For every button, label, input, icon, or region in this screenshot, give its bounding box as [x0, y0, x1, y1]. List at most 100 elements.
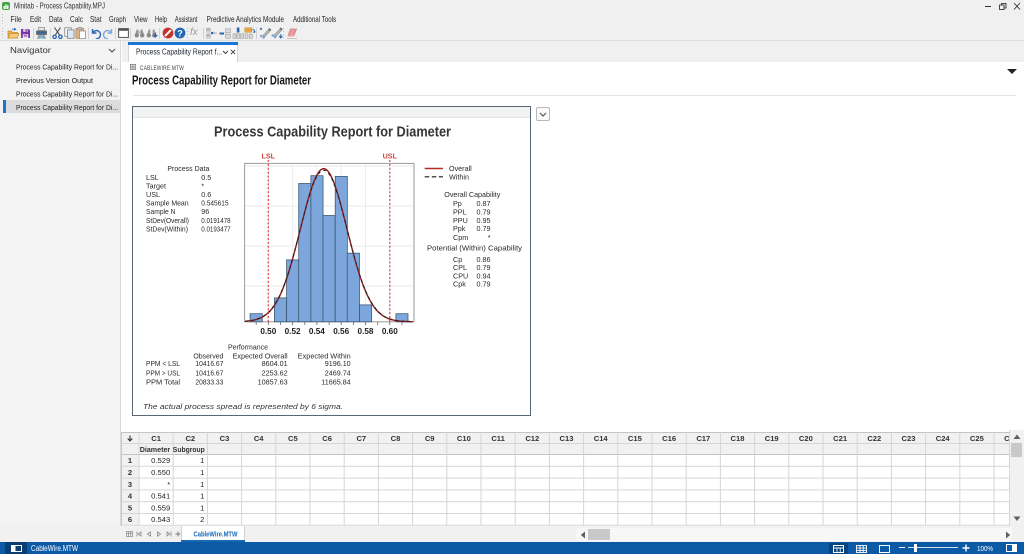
- svg-text:1: 1: [200, 456, 204, 465]
- svg-text:Process Data: Process Data: [167, 164, 209, 173]
- svg-text:Navigator: Navigator: [10, 45, 51, 55]
- svg-text:C2: C2: [185, 434, 195, 443]
- svg-text:Subgroup: Subgroup: [173, 445, 205, 454]
- svg-text:8604.01: 8604.01: [262, 359, 288, 368]
- svg-text:C11: C11: [491, 434, 505, 443]
- svg-text:Process Capability Report for: Process Capability Report for Di...: [16, 90, 118, 99]
- svg-text:2: 2: [200, 515, 204, 524]
- svg-text:View: View: [134, 14, 148, 24]
- svg-text:Within: Within: [449, 172, 469, 181]
- svg-text:Cpk: Cpk: [453, 280, 466, 289]
- svg-text:C16: C16: [662, 434, 676, 443]
- svg-text:Assistant: Assistant: [175, 14, 198, 24]
- svg-text:C14: C14: [594, 434, 609, 443]
- svg-text:C9: C9: [425, 434, 435, 443]
- svg-text:9196.10: 9196.10: [325, 359, 351, 368]
- svg-text:1: 1: [200, 492, 204, 501]
- svg-text:2469.74: 2469.74: [325, 368, 351, 377]
- svg-text:?: ?: [177, 28, 183, 38]
- svg-text:C4: C4: [254, 434, 264, 443]
- svg-text:1: 1: [200, 503, 204, 512]
- svg-text:Process Capability Report for: Process Capability Report for Di...: [16, 63, 118, 72]
- svg-text:0.54: 0.54: [309, 327, 325, 336]
- svg-text:0.550: 0.550: [151, 468, 170, 477]
- svg-text:C19: C19: [765, 434, 779, 443]
- svg-text:Diameter: Diameter: [140, 445, 171, 454]
- svg-text:C8: C8: [391, 434, 401, 443]
- svg-text:11665.84: 11665.84: [321, 378, 350, 387]
- svg-text:0.529: 0.529: [151, 456, 170, 465]
- svg-text:C23: C23: [902, 434, 916, 443]
- svg-text:Previous Version Output: Previous Version Output: [16, 76, 94, 85]
- svg-text:0.0193477: 0.0193477: [201, 224, 230, 233]
- svg-text:Graph: Graph: [109, 14, 126, 24]
- svg-text:C5: C5: [288, 434, 298, 443]
- svg-text:Performance: Performance: [228, 343, 268, 352]
- svg-text:0.559: 0.559: [151, 503, 170, 512]
- svg-text:0.60: 0.60: [382, 327, 398, 336]
- svg-text:C20: C20: [799, 434, 813, 443]
- svg-text:Minitab - Process Capability.M: Minitab - Process Capability.MPJ: [14, 2, 105, 11]
- svg-text:PPM Total: PPM Total: [146, 378, 180, 387]
- svg-text:10857.63: 10857.63: [258, 378, 288, 387]
- svg-text:C17: C17: [696, 434, 710, 443]
- svg-text:File: File: [11, 14, 23, 24]
- svg-text:The actual process spread is r: The actual process spread is represented…: [143, 402, 343, 411]
- svg-text:Process Capability Report for: Process Capability Report for Diameter: [132, 74, 311, 88]
- svg-text:0.79: 0.79: [477, 280, 491, 289]
- svg-text:0.541: 0.541: [151, 492, 170, 501]
- svg-text:1: 1: [200, 468, 204, 477]
- svg-text:100%: 100%: [977, 544, 993, 553]
- svg-text:USL: USL: [383, 152, 398, 161]
- svg-text:C22: C22: [867, 434, 881, 443]
- svg-text:2: 2: [128, 468, 132, 477]
- svg-text:Stat: Stat: [90, 14, 102, 24]
- svg-text:6: 6: [128, 515, 132, 524]
- svg-text:Calc: Calc: [70, 14, 83, 24]
- svg-text:0.56: 0.56: [333, 327, 349, 336]
- svg-text:Overall Capability: Overall Capability: [444, 190, 500, 199]
- svg-text:PPM > USL: PPM > USL: [146, 368, 180, 377]
- svg-text:C12: C12: [525, 434, 539, 443]
- svg-text:C25: C25: [970, 434, 985, 443]
- svg-text:Cpm: Cpm: [453, 233, 468, 242]
- svg-text:Potential (Within) Capability: Potential (Within) Capability: [427, 243, 522, 252]
- svg-text:C15: C15: [628, 434, 643, 443]
- svg-text:C6: C6: [322, 434, 332, 443]
- svg-text:C1: C1: [151, 434, 161, 443]
- svg-text:C18: C18: [731, 434, 745, 443]
- svg-text:*: *: [488, 233, 491, 242]
- svg-text:0.79: 0.79: [477, 224, 491, 233]
- svg-text:10416.67: 10416.67: [195, 359, 223, 368]
- svg-text:C24: C24: [936, 434, 951, 443]
- svg-text:Additional Tools: Additional Tools: [293, 14, 336, 24]
- svg-text:Process Capability Report for: Process Capability Report for Diameter: [214, 125, 451, 141]
- svg-text:PPM < LSL: PPM < LSL: [146, 359, 180, 368]
- svg-text:C10: C10: [457, 434, 471, 443]
- svg-text:Help: Help: [155, 14, 167, 24]
- svg-text:C21: C21: [833, 434, 848, 443]
- svg-text:Process Capability Report for: Process Capability Report for Di...: [16, 103, 118, 112]
- svg-text:CableWire.MTW: CableWire.MTW: [31, 544, 79, 553]
- svg-text:Predictive Analytics Module: Predictive Analytics Module: [207, 14, 285, 24]
- svg-text:C7: C7: [356, 434, 366, 443]
- svg-text:LSL: LSL: [262, 152, 276, 161]
- svg-text:C3: C3: [220, 434, 230, 443]
- svg-text:StDev(Within): StDev(Within): [146, 224, 188, 233]
- svg-text:C13: C13: [560, 434, 574, 443]
- svg-text:1: 1: [200, 480, 204, 489]
- svg-text:CableWire.MTW: CableWire.MTW: [193, 530, 238, 539]
- svg-text:2253.62: 2253.62: [262, 368, 288, 377]
- svg-text:Process Capability Report f...: Process Capability Report f...: [136, 47, 222, 57]
- svg-text:3: 3: [128, 480, 132, 489]
- svg-text:20833.33: 20833.33: [195, 378, 223, 387]
- svg-text:0.50: 0.50: [260, 327, 276, 336]
- svg-text:Edit: Edit: [30, 14, 42, 24]
- svg-text:0.52: 0.52: [285, 327, 301, 336]
- svg-text:0.58: 0.58: [358, 327, 374, 336]
- svg-text:Ppk: Ppk: [453, 224, 466, 233]
- svg-text:10416.67: 10416.67: [195, 368, 223, 377]
- svg-text:Data: Data: [49, 14, 63, 24]
- svg-text:*: *: [167, 480, 170, 489]
- svg-text:0.543: 0.543: [151, 515, 170, 524]
